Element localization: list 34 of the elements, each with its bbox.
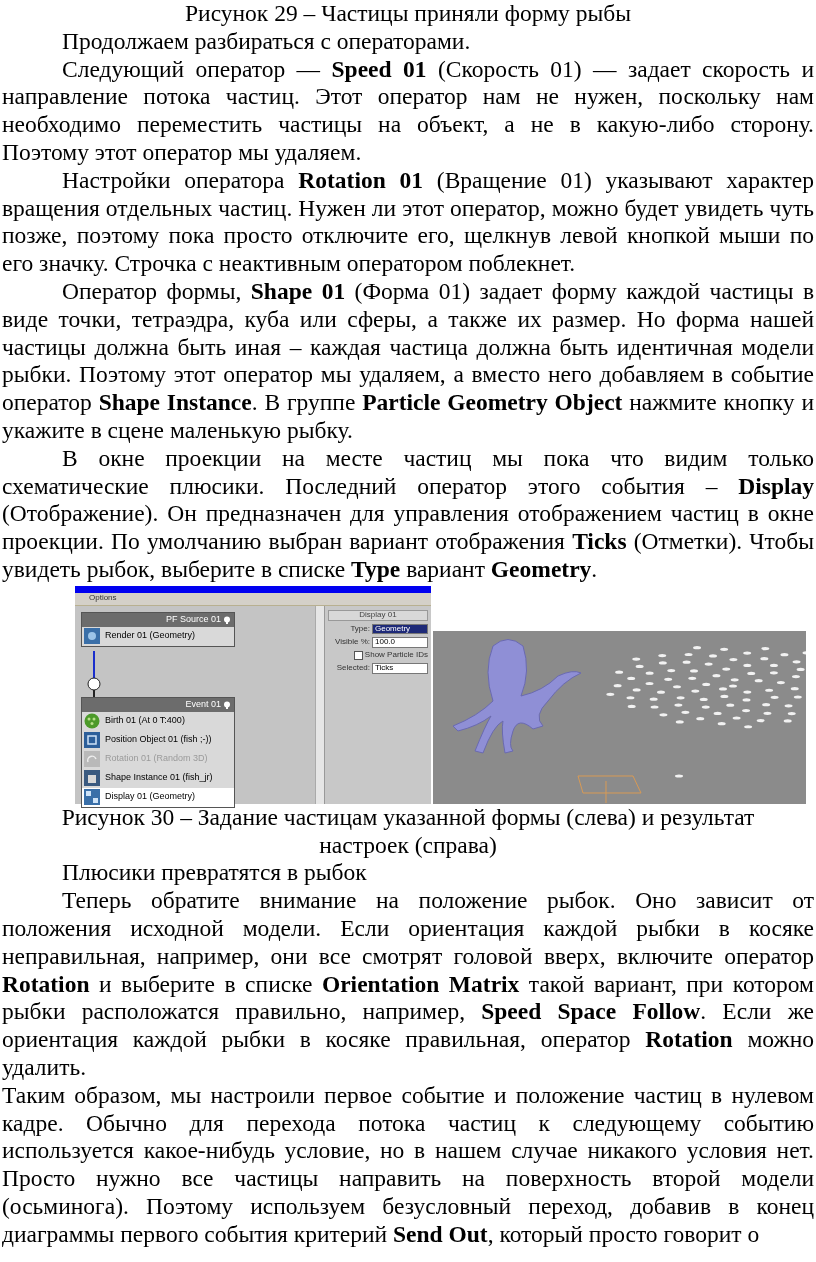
operator-row[interactable]: Render 01 (Geometry) [82,626,234,646]
square-icon[interactable] [84,732,100,749]
paragraph: Следующий оператор — Speed 01 (Скорость 01) — задает скорость и направление потока частиц. Этот оператор нам не нужен, поскольку нам необходимо переместить частицы на объект, а не в какую-либо сторону. Поэтому этот оператор мы удаляем. [2,55,814,167]
figure-caption: Рисунок 29 – Частицы приняли форму рыбы [184,0,632,28]
field-label: Visible %: [335,638,370,648]
grid-icon[interactable] [84,789,100,806]
selected-dropdown[interactable]: Ticks [372,663,428,674]
checkbox-label: Show Particle IDs [364,651,428,660]
paragraph: Настройки оператора Rotation 01 (Вращение 01) указывают характер вращения отдельных частиц. Нужен ли этот оператор, можно будет увидеть чуть позже, поэтому пока просто отключите его, щелкнув левой кнопкой мыши по его значку. Строчка с неактивным оператором поблекнет. [2,166,814,278]
operator-row[interactable]: Position Object 01 (fish ;-)) [82,730,234,750]
node-title: Event 01 [185,699,221,710]
rollout-header[interactable]: Display 01 [328,609,428,621]
paragraph: Таким образом, мы настроили первое событие и положение частиц в нулевом кадре. Обычно для перехода потока частиц к следующему событию используется какое-нибудь условие, но в нашем случае никакого условия нет. Просто нужно все частицы направить на поверхность второй модели (осьминога). Поэтому используем безусловный переход, добавив в конец диаграммы первого события критерий Send Out, который просто говорит о [2,1081,814,1249]
paragraph: Оператор формы, Shape 01 (Форма 01) задает форму каждой частицы в виде точки, тетраэдра, куба или сферы, а также их размер. Но форма нашей частицы должна быть иная – каждая частица должна быть идентичная модели рыбки. Поэтому этот оператор мы удаляем, а вместо него добавляем в событие оператор Shape Instance. В группе Particle Geometry Object нажмите кнопку и укажите в сцене маленькую рыбку. [2,277,814,445]
field-label: Type: [350,624,370,634]
event-node[interactable]: PF Source 01 Render 01 (Geometry) [81,611,235,647]
operator-row[interactable]: Shape Instance 01 (fish_jr) [82,768,234,788]
operator-row[interactable]: Display 01 (Geometry) [82,787,234,807]
checkbox[interactable] [353,651,363,661]
operator-row[interactable]: Birth 01 (At 0 T:400) [82,711,234,731]
lightbulb-icon[interactable] [223,615,231,624]
node-title: PF Source 01 [165,614,221,625]
lightbulb-icon[interactable] [223,700,231,709]
menu-item[interactable]: Options [89,594,117,604]
field-label: Selected: [336,664,370,673]
dotted-ball-icon[interactable] [84,713,100,730]
paragraph: Продолжаем разбираться с операторами. [61,27,472,56]
type-dropdown[interactable]: Geometry [372,623,428,635]
visible-percent-field[interactable]: 100.0 [372,637,428,649]
paragraph: Плюсики превратятся в рыбок [61,859,368,888]
paragraph: В окне проекции на месте частиц мы пока что видим только схематические плюсики. Последний оператор этого события – Display (Отображение). Он предназначен для управления отображением частиц в окне проекции. По умолчанию выбран вариант отображения Ticks (Отметки). Чтобы увидеть рыбок, выберите в списке Type вариант Geometry. [2,444,814,584]
paragraph: Теперь обратите внимание на положение рыбок. Оно зависит от положения исходной модели. Если ориентация каждой рыбки в косяке неправильная, например, они все смотрят головой вверх, включите оператор Rotation и выберите в списке Orientation Matrix такой вариант, при котором рыбки расположатся правильно, например, Speed Space Follow. Если же ориентация каждой рыбки в косяке правильная, оператор Rotation можно удалить. [2,887,814,1082]
scrollbar[interactable] [315,605,324,804]
cube-icon[interactable] [84,770,100,787]
